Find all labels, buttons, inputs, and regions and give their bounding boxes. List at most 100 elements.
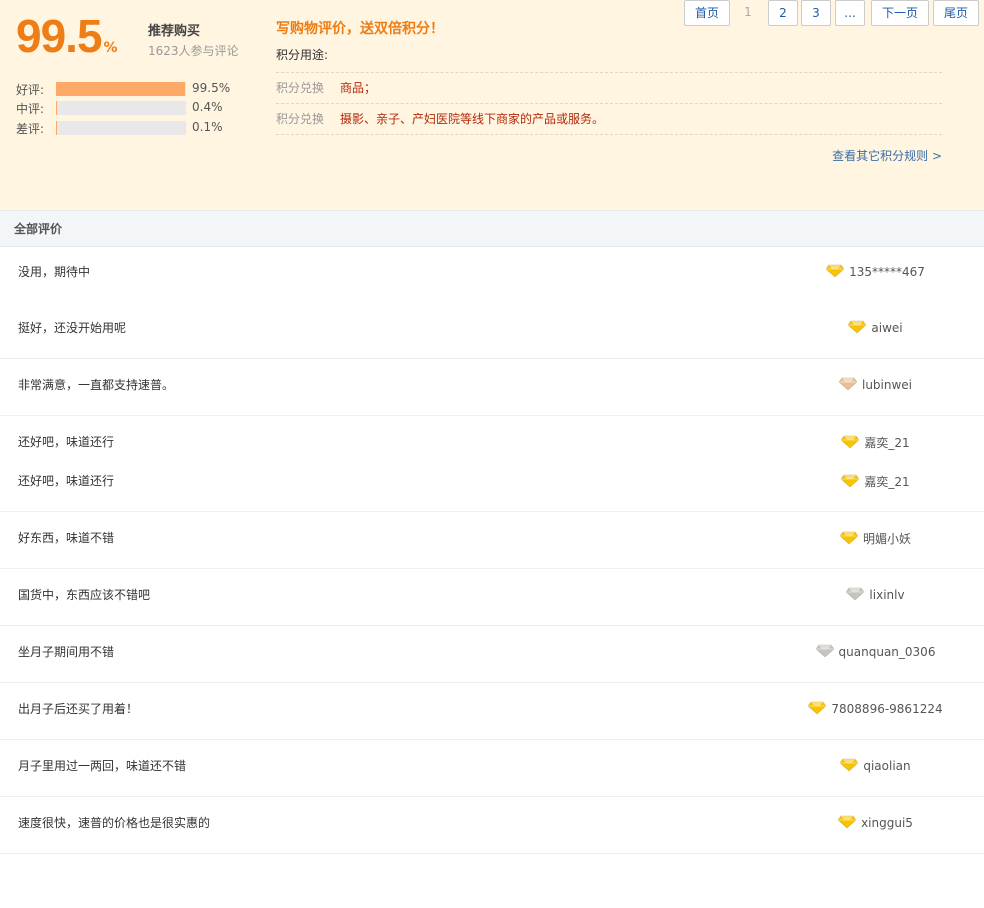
- points-promo: 写购物评价，送双倍积分！ 积分用途: 积分兑换 商品； 积分兑换 摄影、亲子、产妇医…: [276, 18, 942, 164]
- diamond-icon: [807, 701, 827, 715]
- more-points-rules-link[interactable]: 查看其它积分规则 >: [276, 147, 942, 164]
- review-username: qiaolian: [863, 759, 911, 773]
- review-line: 没用，期待中 135*****467: [0, 246, 984, 302]
- review-text: 还好吧，味道还行: [18, 435, 115, 449]
- review-text: 国货中，东西应该不错吧: [18, 588, 151, 602]
- score-value: 99.5: [16, 10, 103, 62]
- rating-bar-track: [56, 121, 186, 135]
- rating-value: 0.4%: [192, 100, 223, 114]
- points-row-value: 摄影、亲子、产妇医院等线下商家的产品或服务。: [340, 112, 605, 126]
- points-row-key: 积分兑换: [276, 112, 325, 126]
- review-item: 坐月子期间用不错 quanquan_0306: [0, 626, 984, 683]
- points-row: 积分兑换 摄影、亲子、产妇医院等线下商家的产品或服务。: [276, 104, 942, 135]
- pager-page-2[interactable]: 2: [768, 0, 798, 26]
- review-username: lixinlv: [869, 588, 905, 602]
- diamond-icon: [837, 815, 857, 829]
- review-user: 7808896-9861224: [770, 701, 980, 716]
- review-item: 还好吧，味道还行 嘉奕_21 还好吧，味道还行 嘉奕_21: [0, 416, 984, 512]
- review-username: quanquan_0306: [838, 645, 936, 659]
- review-list: 没用，期待中 135*****467 挺好，还没开始用呢 aiwei 非常满意，一直都支…: [0, 246, 984, 854]
- points-row-key: 积分兑换: [276, 81, 325, 95]
- review-item: 速度很快，速普的价格也是很实惠的 xinggui5: [0, 797, 984, 854]
- review-user: lubinwei: [770, 377, 980, 392]
- pager-last-button[interactable]: 尾页: [933, 0, 979, 26]
- review-username: 7808896-9861224: [831, 702, 943, 716]
- review-text: 速度很快，速普的价格也是很实惠的: [18, 816, 211, 830]
- review-user: 嘉奕_21: [770, 473, 980, 490]
- recommend-title: 推荐购买: [148, 24, 201, 39]
- review-line: 坐月子期间用不错 quanquan_0306: [0, 626, 984, 682]
- review-item: 好东西，味道不错 明媚小妖: [0, 512, 984, 569]
- rating-label: 中评:: [16, 102, 45, 116]
- review-text: 还好吧，味道还行: [18, 474, 115, 488]
- diamond-icon: [839, 531, 859, 545]
- review-user: aiwei: [770, 320, 980, 335]
- rating-summary-panel: 99.5% 推荐购买 1623人参与评论 好评: 99.5% 中评: 0.4% …: [0, 0, 984, 210]
- review-username: lubinwei: [861, 378, 913, 392]
- rating-bar-track: [56, 82, 186, 96]
- review-username: aiwei: [871, 321, 903, 335]
- review-item: 没用，期待中 135*****467: [0, 246, 984, 302]
- review-user: quanquan_0306: [770, 644, 980, 659]
- review-item: 国货中，东西应该不错吧 lixinlv: [0, 569, 984, 626]
- pager-first-button[interactable]: 首页: [684, 0, 730, 26]
- review-user: 明媚小妖: [770, 530, 980, 547]
- review-username: 明媚小妖: [862, 532, 911, 546]
- review-item: 出月子后还买了用着！ 7808896-9861224: [0, 683, 984, 740]
- diamond-icon: [839, 758, 859, 772]
- review-line: 出月子后还买了用着！ 7808896-9861224: [0, 683, 984, 739]
- pager-ellipsis: ...: [835, 0, 865, 26]
- review-username: xinggui5: [861, 816, 913, 830]
- rating-label: 好评:: [16, 83, 45, 97]
- diamond-icon: [815, 644, 835, 658]
- review-item: 挺好，还没开始用呢 aiwei: [0, 302, 984, 359]
- rating-value: 0.1%: [192, 120, 223, 134]
- diamond-icon: [845, 587, 865, 601]
- score: 99.5%: [16, 8, 118, 64]
- review-user: lixinlv: [770, 587, 980, 602]
- review-line: 速度很快，速普的价格也是很实惠的 xinggui5: [0, 797, 984, 853]
- review-line: 国货中，东西应该不错吧 lixinlv: [0, 569, 984, 625]
- review-line: 还好吧，味道还行 嘉奕_21: [0, 416, 984, 455]
- review-text: 没用，期待中: [18, 265, 91, 279]
- review-user: qiaolian: [770, 758, 980, 773]
- review-user: 嘉奕_21: [770, 434, 980, 451]
- rating-value: 99.5%: [192, 81, 231, 95]
- diamond-icon: [825, 264, 845, 278]
- review-item: 月子里用过一两回，味道还不错 qiaolian: [0, 740, 984, 797]
- review-username: 135*****467: [849, 265, 925, 279]
- rating-bar-track: [56, 101, 186, 115]
- review-line: 挺好，还没开始用呢 aiwei: [0, 302, 984, 358]
- review-text: 挺好，还没开始用呢: [18, 321, 127, 335]
- rating-bar-fill: [56, 82, 186, 96]
- review-text: 好东西，味道不错: [18, 531, 115, 545]
- points-use-label: 积分用途:: [276, 46, 942, 73]
- review-username: 嘉奕_21: [864, 436, 910, 450]
- diamond-icon: [840, 474, 860, 488]
- participant-count: 1623人参与评论: [148, 44, 239, 58]
- rating-bar-fill: [56, 101, 57, 115]
- points-row: 积分兑换 商品；: [276, 73, 942, 104]
- pager-current-page: 1: [744, 5, 752, 19]
- score-unit: %: [103, 40, 118, 56]
- review-tab-bar: 全部评价: [0, 210, 984, 247]
- review-line: 好东西，味道不错 明媚小妖: [0, 512, 984, 568]
- pager-page-3[interactable]: 3: [801, 0, 831, 26]
- review-line: 还好吧，味道还行 嘉奕_21: [0, 455, 984, 511]
- review-text: 非常满意，一直都支持速普。: [18, 378, 175, 392]
- review-text: 出月子后还买了用着！: [18, 702, 139, 716]
- points-row-value: 商品；: [340, 81, 377, 95]
- review-line: 月子里用过一两回，味道还不错 qiaolian: [0, 740, 984, 796]
- diamond-icon: [840, 435, 860, 449]
- review-user: xinggui5: [770, 815, 980, 830]
- review-item: 非常满意，一直都支持速普。 lubinwei: [0, 359, 984, 416]
- review-username: 嘉奕_21: [864, 475, 910, 489]
- review-text: 坐月子期间用不错: [18, 645, 115, 659]
- diamond-icon: [838, 377, 858, 391]
- rating-label: 差评:: [16, 122, 45, 136]
- review-user: 135*****467: [770, 264, 980, 279]
- tab-all-reviews[interactable]: 全部评价: [14, 220, 62, 237]
- review-line: 非常满意，一直都支持速普。 lubinwei: [0, 359, 984, 415]
- pager-next-button[interactable]: 下一页: [871, 0, 929, 26]
- diamond-icon: [847, 320, 867, 334]
